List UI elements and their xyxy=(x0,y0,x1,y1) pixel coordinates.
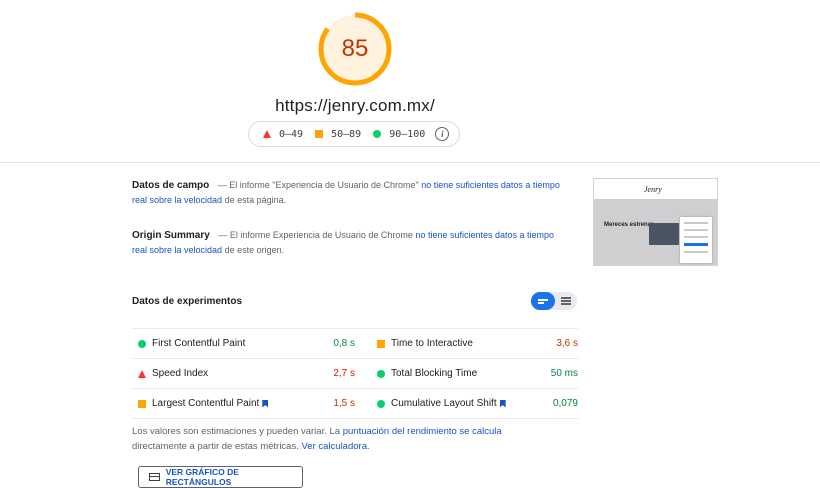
note-text-middle: directamente a partir de estas métricas. xyxy=(132,441,299,452)
dash: — xyxy=(217,180,227,190)
performance-score: 85 xyxy=(341,35,369,62)
legend-range: 50–89 xyxy=(331,128,362,140)
note-text: Los valores son estimaciones y pueden va… xyxy=(132,426,341,437)
field-data-text-end: de esta página. xyxy=(224,195,287,205)
legend-item-pass: 90–100 xyxy=(373,129,425,140)
metric-value: 0,079 xyxy=(552,398,578,409)
legend-item-fail: 0–49 xyxy=(263,129,303,140)
thumbnail-brand: Jenry xyxy=(644,185,662,194)
thumbnail-header: Jenry xyxy=(594,179,717,199)
origin-summary-text-end: de este origen. xyxy=(224,245,285,255)
metric-value: 50 ms xyxy=(550,368,578,379)
thumbnail-popup xyxy=(680,217,712,263)
triangle-icon xyxy=(138,369,146,378)
metrics-row: Speed Index 2,7 s Total Blocking Time 50… xyxy=(132,359,578,389)
metrics-table: First Contentful Paint 0,8 s Time to Int… xyxy=(132,328,578,419)
legend-range: 0–49 xyxy=(279,128,304,140)
view-treemap-button[interactable]: VER GRÁFICO DE RECTÁNGULOS xyxy=(138,466,303,488)
legend-item-average: 50–89 xyxy=(315,129,361,140)
circle-icon xyxy=(377,369,385,378)
metrics-row: First Contentful Paint 0,8 s Time to Int… xyxy=(132,329,578,359)
treemap-icon xyxy=(149,473,160,481)
performance-score-gauge: 85 xyxy=(316,10,394,88)
circle-icon xyxy=(138,339,146,348)
square-icon xyxy=(138,399,146,408)
score-calculation-link[interactable]: puntuación del rendimiento se calcula xyxy=(343,426,502,437)
metric-speed-index: Speed Index 2,7 s xyxy=(132,359,355,388)
thumbnail-product-image xyxy=(649,223,679,245)
circle-icon xyxy=(373,130,382,138)
metric-lcp: Largest Contentful Paint 1,5 s xyxy=(132,389,355,418)
page-screenshot-thumbnail: Jenry Mereces estrenar xyxy=(593,178,718,266)
field-data-text: El informe "Experiencia de Usuario de Ch… xyxy=(229,180,419,190)
section-divider xyxy=(0,162,820,163)
metric-value: 1,5 s xyxy=(333,398,355,409)
thumbnail-hero: Mereces estrenar xyxy=(594,199,717,265)
bookmark-icon[interactable] xyxy=(262,399,269,408)
metric-cls: Cumulative Layout Shift 0,079 xyxy=(371,389,578,418)
metric-value: 2,7 s xyxy=(333,368,355,379)
origin-summary-title: Origin Summary xyxy=(132,230,210,241)
metric-value: 3,6 s xyxy=(556,338,578,349)
bookmark-icon[interactable] xyxy=(499,399,506,408)
metric-name: Time to Interactive xyxy=(391,338,473,349)
circle-icon xyxy=(377,399,385,408)
square-icon xyxy=(377,339,385,348)
origin-summary-text: El informe Experiencia de Usuario de Chr… xyxy=(229,230,413,240)
treemap-button-label: VER GRÁFICO DE RECTÁNGULOS xyxy=(165,467,239,487)
square-icon xyxy=(315,130,324,138)
note-end: . xyxy=(366,441,370,452)
dash: — xyxy=(218,230,228,240)
metrics-row: Largest Contentful Paint 1,5 s Cumulativ… xyxy=(132,389,578,419)
lab-data-title: Datos de experimentos xyxy=(132,296,243,307)
legend-range: 90–100 xyxy=(389,128,426,140)
metric-tti: Time to Interactive 3,6 s xyxy=(371,329,578,358)
origin-summary-section: Origin Summary — El informe Experiencia … xyxy=(132,228,562,258)
metric-name: First Contentful Paint xyxy=(152,338,246,349)
page-url: https://jenry.com.mx/ xyxy=(275,96,435,115)
field-data-title: Datos de campo xyxy=(132,180,210,191)
metric-name: Cumulative Layout Shift xyxy=(391,398,497,409)
metric-value: 0,8 s xyxy=(333,338,355,349)
metric-name: Total Blocking Time xyxy=(391,368,478,379)
metric-tbt: Total Blocking Time 50 ms xyxy=(371,359,578,388)
triangle-icon xyxy=(263,130,271,138)
score-legend: 0–49 50–89 90–100 i xyxy=(248,121,460,147)
metric-name: Largest Contentful Paint xyxy=(152,398,260,409)
info-icon[interactable]: i xyxy=(435,127,450,141)
metrics-view-toggle[interactable] xyxy=(531,292,577,310)
compact-view-button[interactable] xyxy=(531,292,555,310)
calculator-link[interactable]: Ver calculadora xyxy=(302,441,367,452)
metric-name: Speed Index xyxy=(152,368,209,379)
thumbnail-hero-text: Mereces estrenar xyxy=(604,222,654,228)
lab-data-note: Los valores son estimaciones y pueden va… xyxy=(132,424,552,454)
field-data-section: Datos de campo — El informe "Experiencia… xyxy=(132,178,562,208)
metric-fcp: First Contentful Paint 0,8 s xyxy=(132,329,355,358)
